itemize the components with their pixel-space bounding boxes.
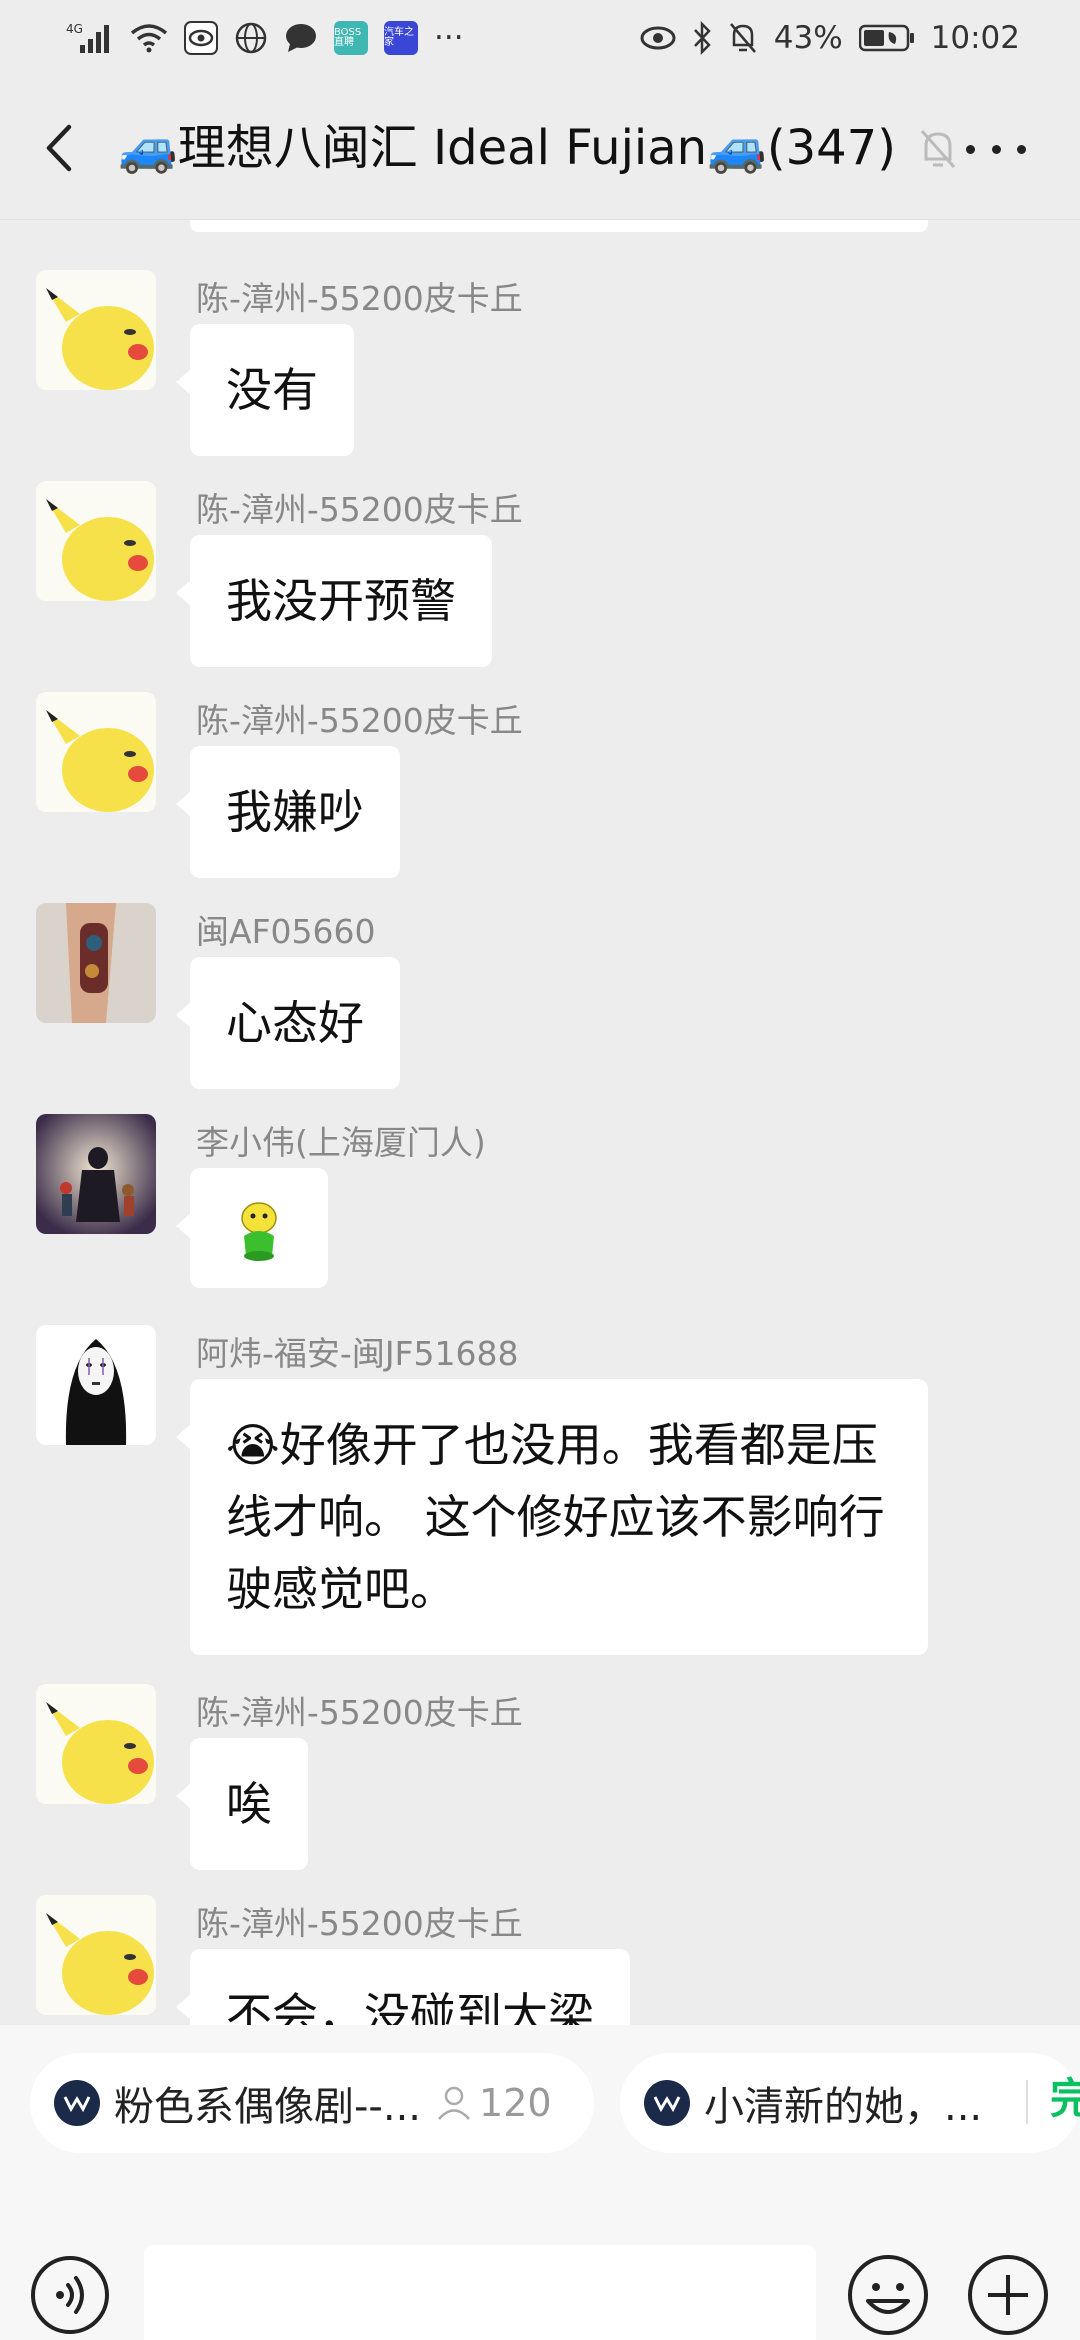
avatar-pikachu[interactable] [36,481,156,601]
network-label: 4G [66,22,83,36]
signal-icon: 4G [66,20,114,56]
message-text: 😭好像开了也没用。我看都是压线才响。 这个修好应该不影响行驶感觉吧。 [226,1418,885,1616]
more-dot-icon [991,144,1001,154]
sender-name: 陈-漳州-55200皮卡丘 [196,490,523,529]
sender-name: 闽AF05660 [196,912,376,951]
message-bubble[interactable]: 心态好 [176,957,400,1089]
message-text: 没有 [226,363,318,417]
message-text: 我没开预警 [226,574,456,628]
strip-action-label[interactable]: 完 [1050,2065,1080,2126]
live-channel-strip[interactable]: 粉色系偶像剧--... 120 小清新的她，... 完 [0,2025,1080,2195]
clock: 10:02 [930,19,1020,56]
message-bubble[interactable]: 😭好像开了也没用。我看都是压线才响。 这个修好应该不影响行驶感觉吧。 [176,1379,928,1655]
car-badge-label: 汽车之家 [384,26,414,48]
more-dot-icon [966,144,975,154]
more-dot-icon [1017,144,1026,154]
sender-name: 李小伟(上海厦门人) [196,1123,486,1162]
message-text: 不会，没碰到大梁 [226,1988,594,2025]
avatar-tattoo-arm[interactable] [36,903,156,1023]
smiley-icon [848,2255,928,2335]
sender-name: 陈-漳州-55200皮卡丘 [196,701,523,740]
boss-badge-label: BOSS 直聘 [334,26,362,48]
message-text: 我嫌吵 [226,785,364,839]
bell-muted-icon [728,20,758,56]
avatar-silhouette-family[interactable] [36,1114,156,1234]
message-bubble[interactable]: 没有 [176,324,354,456]
status-overflow: ··· [434,19,464,56]
back-button[interactable] [36,115,80,181]
message-input[interactable] [144,2245,816,2340]
sender-name: 陈-漳州-55200皮卡丘 [196,1693,523,1732]
channel-logo-icon [54,2080,100,2126]
green-figure-emoji-icon [241,1202,277,1261]
eye-app-icon [184,20,218,56]
sender-name: 陈-漳州-55200皮卡丘 [196,279,523,318]
message-bubble[interactable] [176,1168,328,1288]
status-left: 4G BOSS 直聘 汽车之家 ··· [66,20,464,56]
sender-name: 陈-漳州-55200皮卡丘 [196,1904,523,1943]
chat-header: 🚙理想八闽汇 Ideal Fujian🚙(347) [0,75,1080,220]
emoji-button[interactable] [846,2253,930,2337]
battery-percent: 43% [773,19,843,56]
person-icon [438,2086,470,2120]
live-card-title: 粉色系偶像剧--... [114,2084,422,2130]
muted-bell-icon [918,127,958,171]
voice-input-button[interactable] [30,2255,110,2335]
wifi-icon [130,20,168,56]
status-bar: 4G BOSS 直聘 汽车之家 ··· 43% 10:02 [0,0,1080,75]
chat-bubble-icon [284,20,318,56]
viewer-count: 120 [435,2081,552,2125]
avatar-no-face[interactable] [36,1325,156,1445]
live-card-title: 小清新的她，... [704,2084,983,2130]
viewer-count-value: 120 [479,2081,552,2125]
avatar-pikachu[interactable] [36,692,156,812]
live-card[interactable]: 粉色系偶像剧--... 120 [30,2053,594,2153]
avatar-pikachu[interactable] [36,270,156,390]
sender-name: 阿炜-福安-闽JF51688 [196,1334,519,1373]
message-list[interactable]: 陈-漳州-55200皮卡丘 没有 陈-漳州-55200皮卡丘 我没开预警 陈-漳… [0,220,1080,2025]
more-functions-button[interactable] [966,2253,1050,2337]
previous-message-bubble[interactable] [190,220,928,232]
avatar-pikachu[interactable] [36,1684,156,1804]
plus-icon [968,2255,1048,2335]
boss-app-icon: BOSS 直聘 [334,20,368,55]
message-text: 唉 [226,1777,272,1831]
message-bubble[interactable]: 不会，没碰到大梁 [176,1949,630,2025]
group-title: 🚙理想八闽汇 Ideal Fujian🚙(347) [118,120,896,176]
avatar-pikachu[interactable] [36,1895,156,2015]
eye-comfort-icon [640,20,676,56]
voice-icon [31,2256,109,2334]
more-options-button[interactable] [966,135,1026,163]
message-text: 心态好 [226,996,364,1050]
bluetooth-icon [692,20,712,56]
message-bubble[interactable]: 我嫌吵 [176,746,400,878]
divider [1026,2080,1028,2124]
battery-icon [858,20,915,56]
status-right: 43% 10:02 [640,20,1020,56]
live-card[interactable]: 小清新的她，... [620,2053,1080,2153]
globe-icon [234,20,268,56]
channel-logo-icon [644,2080,690,2126]
car-app-icon: 汽车之家 [384,20,418,55]
message-bubble[interactable]: 唉 [176,1738,308,1870]
message-bubble[interactable]: 我没开预警 [176,535,492,667]
chevron-left-icon [46,124,72,172]
input-bar [0,2195,1080,2340]
